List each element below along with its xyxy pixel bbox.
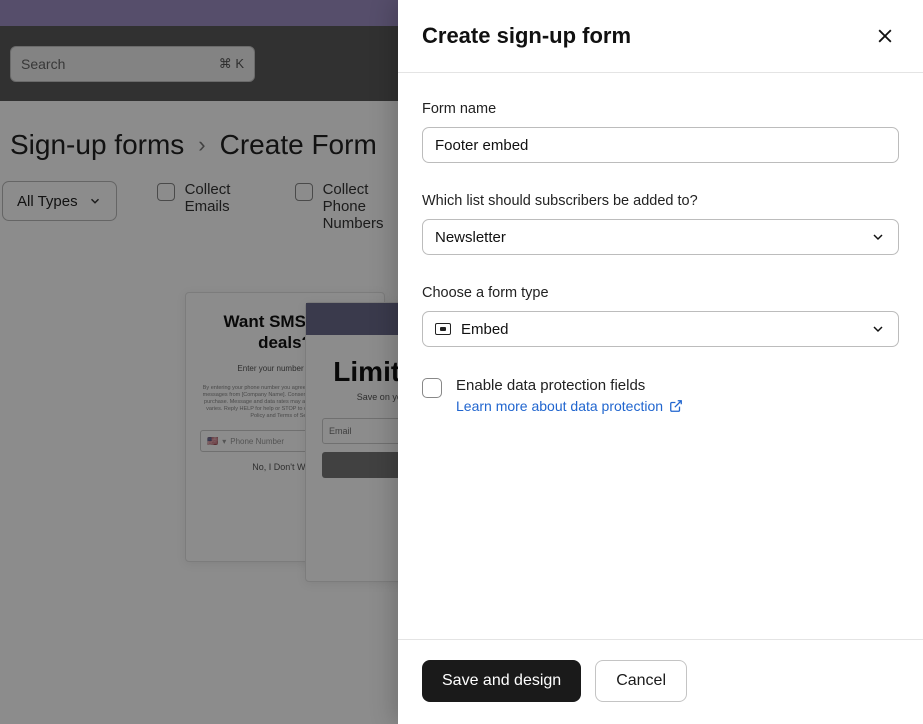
data-protection-text: Enable data protection fields Learn more… — [456, 377, 683, 414]
data-protection-checkbox[interactable] — [422, 378, 442, 398]
learn-more-link[interactable]: Learn more about data protection — [456, 398, 683, 414]
data-protection-title: Enable data protection fields — [456, 377, 683, 394]
save-and-design-button[interactable]: Save and design — [422, 660, 581, 702]
chevron-down-icon — [870, 229, 886, 245]
form-name-field: Form name — [422, 101, 899, 163]
list-selected-value: Newsletter — [435, 229, 506, 246]
create-signup-form-modal: Create sign-up form Form name Which list… — [398, 0, 923, 724]
form-name-label: Form name — [422, 101, 899, 117]
form-name-input[interactable] — [422, 127, 899, 163]
modal-title: Create sign-up form — [422, 23, 631, 49]
external-link-icon — [669, 399, 683, 413]
form-type-select[interactable]: Embed — [422, 311, 899, 347]
form-type-field: Choose a form type Embed — [422, 285, 899, 347]
form-type-label: Choose a form type — [422, 285, 899, 301]
list-label: Which list should subscribers be added t… — [422, 193, 899, 209]
modal-header: Create sign-up form — [398, 0, 923, 73]
close-icon — [875, 26, 895, 46]
close-button[interactable] — [871, 22, 899, 50]
learn-more-text: Learn more about data protection — [456, 398, 663, 414]
modal-footer: Save and design Cancel — [398, 640, 923, 724]
embed-icon — [435, 323, 451, 335]
list-select[interactable]: Newsletter — [422, 219, 899, 255]
chevron-down-icon — [870, 321, 886, 337]
form-type-selected-value: Embed — [461, 321, 509, 338]
data-protection-field: Enable data protection fields Learn more… — [422, 377, 899, 414]
modal-body: Form name Which list should subscribers … — [398, 73, 923, 640]
cancel-button[interactable]: Cancel — [595, 660, 687, 702]
list-field: Which list should subscribers be added t… — [422, 193, 899, 255]
